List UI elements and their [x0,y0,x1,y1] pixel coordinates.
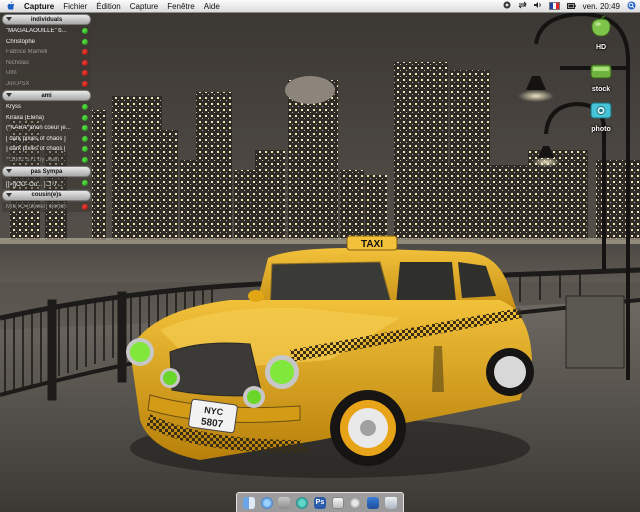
menu-aide[interactable]: Aide [204,2,220,11]
chat-status-icon[interactable] [503,1,511,11]
group-header-pas-sympa[interactable]: pas Sympa [2,166,91,177]
disclosure-triangle-icon[interactable] [6,169,12,173]
online-status-icon [82,180,88,186]
disclosure-triangle-icon[interactable] [6,93,12,97]
online-status-icon [82,38,88,45]
contact-row[interactable]: "MAGALAOUILLE" b... [2,26,91,37]
group-title: pas Sympa [30,168,63,175]
photoshop-icon[interactable]: Ps [313,496,326,509]
menu-fenetre[interactable]: Fenêtre [167,2,195,11]
contact-row[interactable]: (*KARA*)mon coeur je... [2,123,91,134]
green-drive-icon [590,64,612,79]
contact-name: [[>]]OO- Oo... ]コリ... [6,181,63,188]
contact-name: **1002 S71 by Jean [6,156,60,163]
disclosure-triangle-icon[interactable] [6,192,12,197]
disclosure-triangle-icon[interactable] [6,17,12,21]
photo-drive-icon [590,102,612,119]
contact-row[interactable]: Fabrice Marrelli [2,47,91,58]
offline-status-icon [82,80,88,87]
desktop-wallpaper: TAXI NYC 5807 [0,0,640,512]
group-title: individuals [30,16,63,23]
group-header-cousins[interactable]: cousin(e)s [2,189,91,201]
online-status-icon [82,114,88,121]
menu-fichier[interactable]: Fichier [63,2,87,11]
menu-capture[interactable]: Capture [130,2,158,11]
group-title: ami [41,92,52,99]
menu-extras: ven. 20:49 [503,0,636,12]
french-flag-icon[interactable] [548,2,560,10]
contact-name: Christophe [6,38,36,45]
contact-row[interactable]: [[>]]OO- Oo... ]コリ... [2,178,91,189]
desktop-icon-hd[interactable]: HD [586,16,616,51]
online-status-icon [82,156,88,163]
menu-bar: Capture Fichier Édition Capture Fenêtre … [0,0,640,13]
desktop-icon-label: HD [595,44,607,51]
contact-name: (*KARA*)mon coeur je... [6,125,71,132]
menu-edition[interactable]: Édition [96,2,120,11]
desktop-icon-photo[interactable]: photo [586,100,616,133]
contact-name: Fabrice Marrelli [6,49,48,56]
contact-row[interactable]: MISTO (Olivier) Bertch [2,201,91,212]
offline-status-icon [82,59,88,66]
offline-status-icon [82,70,88,76]
contact-row[interactable]: **1002 S71 by Jean [2,154,91,165]
contact-name: "MAGALAOUILLE" b... [6,28,67,35]
mail-icon[interactable] [278,496,291,509]
contact-name: Kryss [6,104,21,111]
contact-row[interactable]: [ dark pixies of chaos ] [2,133,91,144]
menubar-clock[interactable]: ven. 20:49 [583,2,620,11]
group-header-ami[interactable]: ami [2,90,91,101]
volume-icon[interactable] [533,1,542,11]
trash-icon[interactable] [385,496,397,509]
contact-name: MISTO (Olivier) Bertch [6,203,67,210]
offline-status-icon [82,49,88,55]
contact-row[interactable]: Christophe [2,36,91,47]
dock: Ps [236,492,404,512]
spotlight-icon[interactable] [627,1,636,12]
online-status-icon [82,125,88,131]
menu-app-name[interactable]: Capture [24,2,54,11]
online-status-icon [82,104,88,110]
buddy-list: individuals "MAGALAOUILLE" b... Christop… [2,13,91,212]
contact-name: [ dark pixies of chaos ] [6,135,66,142]
system-prefs-icon[interactable] [349,496,362,509]
terminal-icon[interactable] [367,496,380,509]
contact-name: Kiraxa (Elena) [6,114,45,121]
contact-row[interactable]: ] dark pixies of chaos [ [2,144,91,155]
online-status-icon [82,135,88,142]
desktop-icon-label: stock [591,86,611,93]
offline-status-icon [82,203,88,210]
contact-name: Jon.PSX [6,80,30,87]
safari-icon[interactable] [260,496,273,509]
online-status-icon [82,146,88,152]
hard-drive-icon [591,16,611,37]
contact-row[interactable]: Nicholas [2,57,91,68]
battery-icon[interactable] [566,2,576,11]
contact-name: Ulm [6,70,17,77]
desktop-icon-stock[interactable]: stock [586,62,616,93]
contact-row[interactable]: Jon.PSX [2,78,91,89]
desktop-icon-label: photo [591,126,611,133]
sync-arrows-icon[interactable] [518,1,527,11]
contact-name: ] dark pixies of chaos [ [6,146,66,153]
online-status-icon [82,28,88,34]
taxi-roof-sign: TAXI [361,239,383,250]
finder-icon[interactable] [242,496,255,509]
group-header-individuals[interactable]: individuals [2,14,91,25]
apple-menu-icon[interactable] [6,1,16,11]
contact-name: Nicholas [6,59,30,66]
contact-row[interactable]: Ulm [2,68,91,79]
contact-row[interactable]: Kiraxa (Elena) [2,112,91,123]
contact-row[interactable]: Kryss [2,102,91,113]
group-title: cousin(e)s [31,192,62,198]
itunes-icon[interactable] [296,496,309,509]
preview-icon[interactable] [331,496,344,509]
